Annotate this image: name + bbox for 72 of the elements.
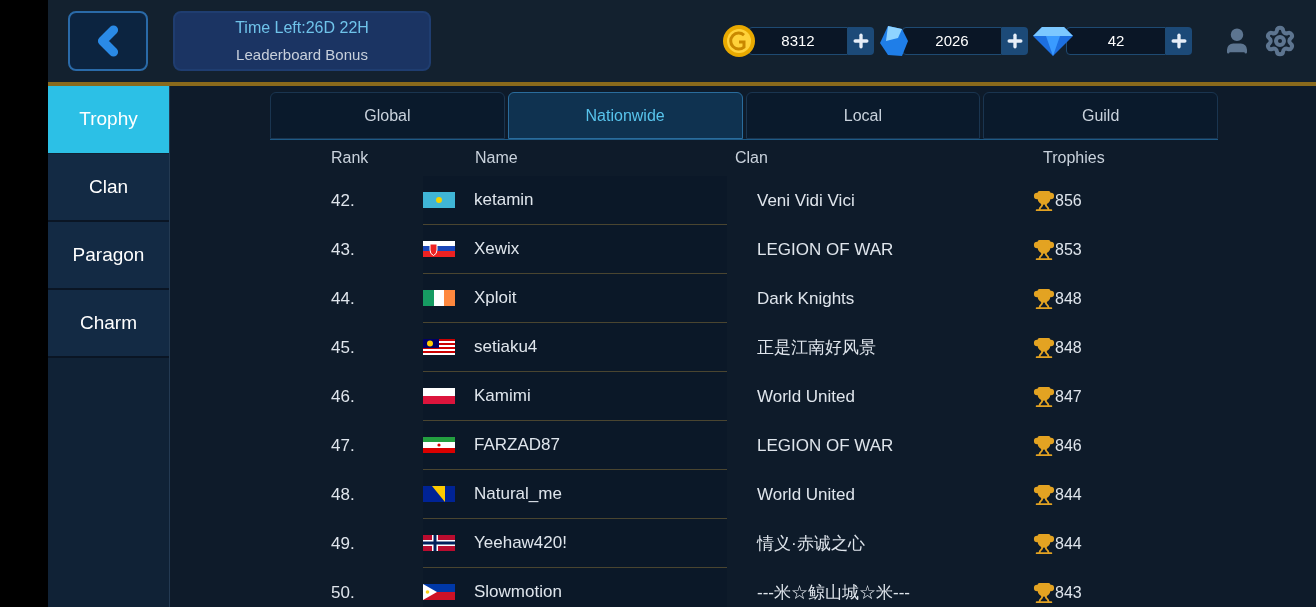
rank-cell-text: 44. <box>330 287 356 310</box>
rank-cell-text: 49. <box>330 532 356 555</box>
trophy-count: 848 <box>1055 288 1082 309</box>
clan-cell-text: Veni Vidi Vici <box>756 189 856 212</box>
rank-cell-text: 43. <box>330 238 356 261</box>
back-button[interactable] <box>68 11 148 71</box>
column-header: Rank <box>330 148 370 168</box>
rank-cell-text: 48. <box>330 483 356 506</box>
tab[interactable]: Nationwide <box>507 92 743 139</box>
trophy-count: 847 <box>1055 386 1082 407</box>
column-header: Trophies <box>1043 148 1105 168</box>
rank-cell-text: 47. <box>330 434 356 457</box>
trophy-icon <box>1033 287 1055 310</box>
leaderboard-bonus-button[interactable]: Time Left:26D 22H Leaderboard Bonus <box>173 11 431 71</box>
sidebar-tab[interactable]: Charm <box>48 290 169 358</box>
add-button[interactable] <box>1002 27 1028 55</box>
trophy-icon <box>1033 385 1055 408</box>
settings-button[interactable] <box>1264 25 1296 57</box>
trophy-count: 843 <box>1055 582 1082 603</box>
add-button[interactable] <box>848 27 874 55</box>
clan-cell-text: LEGION OF WAR <box>756 238 895 261</box>
tab[interactable]: Guild <box>983 92 1218 139</box>
clan-cell-text: ---米☆鲸山城☆米--- <box>756 581 911 604</box>
sidebar-tab[interactable]: Clan <box>48 154 169 222</box>
plus-icon <box>1005 31 1025 51</box>
player-name: Natural_me <box>474 483 562 506</box>
rank-cell-text: 42. <box>330 189 356 212</box>
clan-cell-text: Dark Knights <box>756 287 856 310</box>
player-name: setiaku4 <box>474 336 538 359</box>
coin-icon <box>722 24 756 58</box>
bonus-label: Leaderboard Bonus <box>236 44 368 65</box>
player-name: Xploit <box>474 287 517 310</box>
settings-icon <box>1264 25 1296 57</box>
player-name: Slowmotion <box>474 581 562 604</box>
player-name: FARZAD87 <box>474 434 560 457</box>
rank-cell-text: 45. <box>330 336 356 359</box>
trophy-icon <box>1033 434 1055 457</box>
trophy-count: 846 <box>1055 435 1082 456</box>
player-name: Kamimi <box>474 385 531 408</box>
trophy-count: 848 <box>1055 337 1082 358</box>
trophy-icon <box>1033 238 1055 261</box>
add-button[interactable] <box>1166 27 1192 55</box>
currency-amount: 8312 <box>748 27 848 55</box>
plus-icon <box>1169 31 1189 51</box>
column-header: Clan <box>735 148 769 168</box>
player-name: ketamin <box>474 189 534 212</box>
clan-cell-text: World United <box>756 483 856 506</box>
clan-cell-text: 正是江南好风景 <box>756 336 877 359</box>
trophy-count: 844 <box>1055 484 1082 505</box>
tab[interactable]: Local <box>745 92 981 139</box>
player-name: Yeehaw420! <box>474 532 567 555</box>
trophy-count: 844 <box>1055 533 1082 554</box>
trophy-icon <box>1033 483 1055 506</box>
tab[interactable]: Global <box>270 92 505 139</box>
rank-cell-text: 50. <box>330 581 356 604</box>
currency-amount: 42 <box>1066 27 1166 55</box>
trophy-icon <box>1033 581 1055 604</box>
clan-cell-text: 情义·赤诚之心 <box>755 532 866 555</box>
trophy-icon <box>1033 189 1055 212</box>
sidebar-tab[interactable]: Paragon <box>48 222 169 290</box>
trophy-icon <box>1033 336 1055 359</box>
rank-cell-text: 46. <box>330 385 356 408</box>
plus-icon <box>851 31 871 51</box>
trophy-count: 853 <box>1055 239 1082 260</box>
clan-cell-text: LEGION OF WAR <box>756 434 895 457</box>
trophy-icon <box>1033 532 1055 555</box>
time-left-text: Time Left:26D 22H <box>235 17 369 38</box>
column-header: Name <box>475 148 519 168</box>
trophy-count: 856 <box>1055 190 1082 211</box>
clan-cell-text: World United <box>756 385 856 408</box>
currency-amount: 2026 <box>902 27 1002 55</box>
player-name: Xewix <box>474 238 520 261</box>
